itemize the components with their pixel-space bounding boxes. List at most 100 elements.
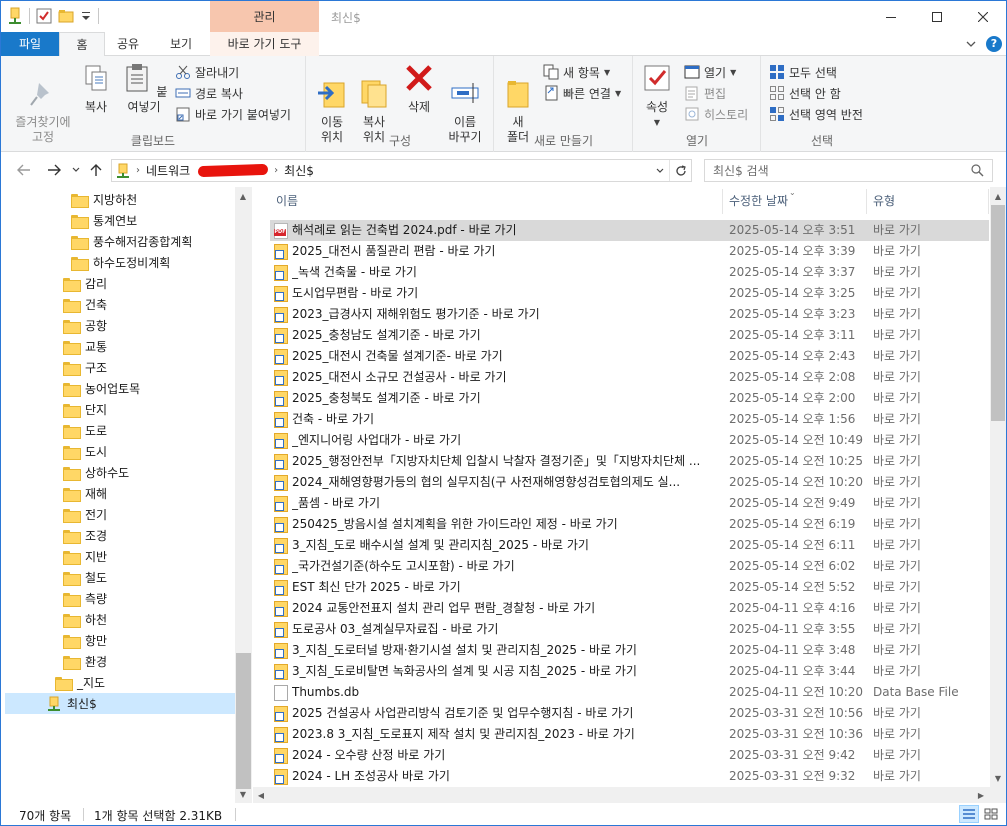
paste-shortcut-button[interactable]: 바로 가기 붙여넣기 — [175, 104, 291, 124]
file-row[interactable]: 2025_대전시 소규모 건설공사 - 바로 가기 2025-05-14 오후 2… — [270, 367, 989, 388]
minimize-button[interactable] — [868, 1, 914, 32]
file-row[interactable]: 2025_대전시 품질관리 편람 - 바로 가기 2025-05-14 오후 3:… — [270, 241, 989, 262]
file-list-scrollbar-thumb[interactable] — [991, 205, 1005, 421]
nav-tree-item[interactable]: 농어업토목 — [63, 378, 140, 399]
file-row[interactable]: 2025_충청남도 설계기준 - 바로 가기 2025-05-14 오후 3:11… — [270, 325, 989, 346]
nav-tree-item[interactable]: 건축 — [63, 294, 107, 315]
address-history-dropdown[interactable] — [653, 163, 667, 179]
file-row[interactable]: 2025_충청북도 설계기준 - 바로 가기 2025-05-14 오후 2:00… — [270, 388, 989, 409]
tab-home[interactable]: 홈 — [59, 32, 105, 57]
nav-tree-item[interactable]: 단지 — [63, 399, 107, 420]
nav-tree-item[interactable]: 통계연보 — [71, 210, 137, 231]
file-row[interactable]: 250425_방음시설 설치계획을 위한 가이드라인 제정 - 바로 가기 202… — [270, 514, 989, 535]
column-header-date[interactable]: ⌄ 수정한 날짜 — [723, 188, 867, 214]
scroll-left-arrow-icon[interactable]: ◀ — [253, 788, 269, 802]
details-view-button[interactable] — [959, 805, 979, 823]
forward-button[interactable] — [45, 161, 63, 179]
nav-tree-item[interactable]: 전기 — [63, 504, 107, 525]
nav-tree-item[interactable]: 교통 — [63, 336, 107, 357]
nav-tree-item[interactable]: 조경 — [63, 525, 107, 546]
file-row[interactable]: Thumbs.db 2025-04-11 오전 10:20 Data Base Fi… — [270, 682, 989, 703]
open-button[interactable]: 열기 ▼ — [684, 62, 736, 82]
address-bar[interactable]: › 네트워크 › 최신$ — [111, 159, 692, 182]
nav-tree-item[interactable]: 상하수도 — [63, 462, 129, 483]
nav-scrollbar[interactable]: ▲ ▼ — [235, 187, 252, 803]
nav-tree-item[interactable]: 풍수해저감종합계획 — [71, 231, 192, 252]
properties-button[interactable]: 속성 ▼ — [640, 62, 674, 130]
file-row[interactable]: _국가건설기준(하수도 고시포함) - 바로 가기 2025-05-14 오전 6… — [270, 556, 989, 577]
file-row[interactable]: 2025_대전시 건축물 설계기준- 바로 가기 2025-05-14 오후 2:… — [270, 346, 989, 367]
customize-qat-icon[interactable] — [80, 8, 92, 24]
nav-tree-item[interactable]: 도로 — [63, 420, 107, 441]
copy-path-button[interactable]: 경로 복사 — [175, 83, 243, 103]
network-drive-icon[interactable] — [7, 7, 23, 25]
file-row[interactable]: 2025 건설공사 사업관리방식 검토기준 및 업무수행지침 - 바로 가기 20… — [270, 703, 989, 724]
scroll-right-arrow-icon[interactable]: ▶ — [973, 788, 989, 802]
recent-locations-button[interactable] — [67, 161, 85, 179]
scroll-down-arrow-icon[interactable]: ▼ — [235, 787, 251, 801]
nav-tree-item[interactable]: 지반 — [63, 546, 107, 567]
file-row[interactable]: _녹색 건축물 - 바로 가기 2025-05-14 오후 3:37 바로 가기 — [270, 262, 989, 283]
select-all-button[interactable]: 모두 선택 — [769, 62, 837, 82]
help-icon[interactable]: ? — [986, 36, 1002, 52]
scroll-down-arrow-icon[interactable]: ▼ — [990, 771, 1006, 785]
file-row[interactable]: 건축 - 바로 가기 2025-05-14 오후 1:56 바로 가기 — [270, 409, 989, 430]
copy-button[interactable]: 복사 — [79, 62, 113, 115]
file-row[interactable]: 2023.8 3_지침_도로표지 제작 설치 및 관리지침_2023 - 바로 … — [270, 724, 989, 745]
tab-file[interactable]: 파일 — [1, 32, 59, 56]
nav-tree-item[interactable]: 공항 — [63, 315, 107, 336]
file-row[interactable]: 2025_행정안전부「지방자치단체 입찰시 낙찰자 결정기준」및「지방자치단체 … — [270, 451, 989, 472]
horizontal-scrollbar[interactable]: ◀ ▶ — [253, 787, 990, 803]
file-row[interactable]: _품셈 - 바로 가기 2025-05-14 오전 9:49 바로 가기 — [270, 493, 989, 514]
column-header-name[interactable]: 이름 — [270, 189, 723, 214]
search-icon[interactable] — [971, 164, 984, 177]
nav-tree-item[interactable]: 감리 — [63, 273, 107, 294]
breadcrumb-current[interactable]: 최신$ — [284, 162, 314, 179]
file-row[interactable]: 2024 교통안전표지 설치 관리 업무 편람_경찰청 - 바로 가기 2025-… — [270, 598, 989, 619]
tab-share[interactable]: 공유 — [105, 32, 151, 56]
nav-scrollbar-thumb[interactable] — [236, 653, 251, 789]
file-row[interactable]: 도시업무편람 - 바로 가기 2025-05-14 오후 3:25 바로 가기 — [270, 283, 989, 304]
file-row[interactable]: 3_지침_도로 배수시설 설계 및 관리지침_2025 - 바로 가기 2025-… — [270, 535, 989, 556]
file-row[interactable]: 도로공사 03_설계실무자료집 - 바로 가기 2025-04-11 오후 3:5… — [270, 619, 989, 640]
delete-button[interactable]: 삭제 — [403, 62, 435, 115]
nav-tree-item[interactable]: 측량 — [63, 588, 107, 609]
nav-tree-item[interactable]: 하천 — [63, 609, 107, 630]
column-header-type[interactable]: 유형 — [867, 189, 989, 214]
up-button[interactable] — [87, 161, 105, 179]
maximize-button[interactable] — [914, 1, 960, 32]
nav-tree-item[interactable]: 최신$ — [5, 693, 235, 714]
nav-tree-item[interactable]: 하수도정비계획 — [71, 252, 170, 273]
search-input[interactable] — [709, 162, 959, 179]
nav-tree-item[interactable]: 환경 — [63, 651, 107, 672]
file-row[interactable]: 3_지침_도로비탈면 녹화공사의 설계 및 시공 지침_2025 - 바로 가기… — [270, 661, 989, 682]
breadcrumb-network[interactable]: 네트워크 — [146, 162, 190, 179]
properties-check-icon[interactable] — [36, 8, 52, 24]
file-row[interactable]: _엔지니어링 사업대가 - 바로 가기 2025-05-14 오전 10:49 바로… — [270, 430, 989, 451]
nav-tree-item[interactable]: 지방하천 — [71, 189, 137, 210]
nav-tree-item[interactable]: 항만 — [63, 630, 107, 651]
nav-tree-item[interactable]: 도시 — [63, 441, 107, 462]
file-row[interactable]: 2024_재해영향평가등의 협의 실무지침(구 사전재해영향성검토협의제도 실.… — [270, 472, 989, 493]
nav-tree-item[interactable]: 구조 — [63, 357, 107, 378]
file-row[interactable]: 3_지침_도로터널 방재·환기시설 설치 및 관리지침_2025 - 바로 가기… — [270, 640, 989, 661]
cut-button[interactable]: 잘라내기 — [175, 62, 239, 82]
new-item-button[interactable]: 새 항목 ▼ — [543, 62, 610, 82]
paste-button[interactable]: 붙여넣기 — [119, 62, 169, 115]
invert-selection-button[interactable]: 선택 영역 반전 — [769, 104, 863, 124]
file-row[interactable]: 해석례로 읽는 건축법 2024.pdf - 바로 가기 2025-05-14 오… — [270, 220, 989, 241]
close-button[interactable] — [960, 1, 1006, 32]
back-button[interactable] — [15, 161, 33, 179]
select-none-button[interactable]: 선택 안 함 — [769, 83, 841, 103]
nav-tree-item[interactable]: _지도 — [55, 672, 105, 693]
nav-tree-item[interactable]: 재해 — [63, 483, 107, 504]
easy-access-button[interactable]: 빠른 연결 ▼ — [543, 83, 621, 103]
scroll-up-arrow-icon[interactable]: ▲ — [990, 189, 1006, 203]
edit-button[interactable]: 편집 — [684, 83, 726, 103]
large-icons-view-button[interactable] — [981, 805, 1001, 823]
file-row[interactable]: EST 최신 단가 2025 - 바로 가기 2025-05-14 오전 5:52… — [270, 577, 989, 598]
refresh-button[interactable] — [669, 160, 691, 181]
file-row[interactable]: 2024 - LH 조성공사 바로 가기 2025-03-31 오전 9:32 바로… — [270, 766, 989, 787]
expand-ribbon-icon[interactable] — [966, 39, 976, 49]
new-folder-icon[interactable] — [58, 8, 74, 24]
